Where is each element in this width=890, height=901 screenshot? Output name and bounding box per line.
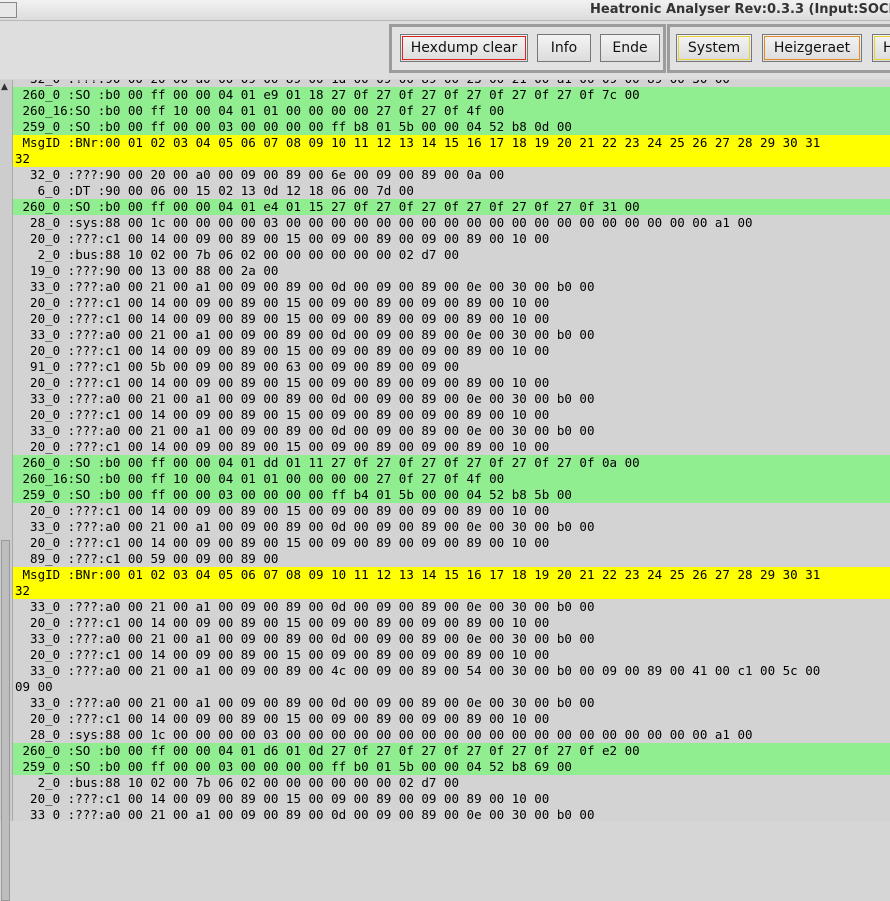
log-row: 33_0 :???:a0 00 21 00 a1 00 09 00 89 00 …	[15, 663, 821, 678]
scrollbar-thumb[interactable]	[1, 540, 10, 901]
log-row: 20_0 :???:c1 00 14 00 09 00 89 00 15 00 …	[15, 535, 550, 550]
log-row: 33_0 :???:a0 00 21 00 a1 00 09 00 89 00 …	[15, 327, 595, 342]
log-header-row: MsgID :BNr:00 01 02 03 04 05 06 07 08 09…	[13, 135, 890, 151]
log-header-row: 32	[13, 583, 890, 599]
h-button[interactable]: H	[872, 34, 890, 62]
log-content: 32_0 :???:90 00 20 00 a0 00 09 00 89 00 …	[13, 80, 890, 821]
log-row: 33_0 :???:a0 00 21 00 a1 00 09 00 89 00 …	[15, 631, 595, 646]
control-button-group: Hexdump clear Info Ende	[389, 24, 666, 73]
log-row: 33_0 :???:a0 00 21 00 a1 00 09 00 89 00 …	[15, 423, 595, 438]
log-row: 20_0 :???:c1 00 14 00 09 00 89 00 15 00 …	[15, 791, 550, 806]
log-row: 33_0 :???:a0 00 21 00 a1 00 09 00 89 00 …	[15, 391, 595, 406]
log-row: 33_0 :???:a0 00 21 00 a1 00 09 00 89 00 …	[15, 695, 595, 710]
log-row-so: 259_0 :SO :b0 00 ff 00 00 03 00 00 00 00…	[13, 119, 890, 135]
log-row-so: 260_16:SO :b0 00 ff 10 00 04 01 01 00 00…	[13, 103, 890, 119]
log-row-so: 260_16:SO :b0 00 ff 10 00 04 01 01 00 00…	[13, 471, 890, 487]
log-row-so: 259_0 :SO :b0 00 ff 00 00 03 00 00 00 00…	[13, 487, 890, 503]
log-row: 19_0 :???:90 00 13 00 88 00 2a 00	[15, 263, 279, 278]
log-row: 09 00	[15, 679, 53, 694]
log-row-so: 259_0 :SO :b0 00 ff 00 00 03 00 00 00 00…	[13, 759, 890, 775]
log-row: 2_0 :bus:88 10 02 00 7b 06 02 00 00 00 0…	[15, 247, 460, 262]
title-bar: Heatronic Analyser Rev:0.3.3 (Input:SOCK…	[0, 0, 890, 21]
log-header-row: MsgID :BNr:00 01 02 03 04 05 06 07 08 09…	[13, 567, 890, 583]
log-row: 33_0 :???:a0 00 21 00 a1 00 09 00 89 00 …	[15, 807, 595, 821]
window-title: Heatronic Analyser Rev:0.3.3 (Input:SOCK…	[590, 2, 890, 17]
info-button[interactable]: Info	[537, 34, 591, 62]
log-row: 6_0 :DT :90 00 06 00 15 02 13 0d 12 18 0…	[15, 183, 414, 198]
ende-button[interactable]: Ende	[600, 34, 660, 62]
log-row: 20_0 :???:c1 00 14 00 09 00 89 00 15 00 …	[15, 439, 550, 454]
window-menu-button[interactable]	[0, 2, 17, 18]
view-button-group: System Heizgeraet H	[667, 24, 890, 73]
hexdump-clear-button[interactable]: Hexdump clear	[400, 34, 528, 62]
log-row: 20_0 :???:c1 00 14 00 09 00 89 00 15 00 …	[15, 647, 550, 662]
log-row: 20_0 :???:c1 00 14 00 09 00 89 00 15 00 …	[15, 615, 550, 630]
log-row: 91_0 :???:c1 00 5b 00 09 00 89 00 63 00 …	[15, 359, 460, 374]
system-button[interactable]: System	[676, 34, 752, 62]
log-row: 33_0 :???:a0 00 21 00 a1 00 09 00 89 00 …	[15, 279, 595, 294]
log-row: 20_0 :???:c1 00 14 00 09 00 89 00 15 00 …	[15, 343, 550, 358]
log-row: 20_0 :???:c1 00 14 00 09 00 89 00 15 00 …	[15, 311, 550, 326]
log-row-so: 260_0 :SO :b0 00 ff 00 00 04 01 e9 01 18…	[13, 87, 890, 103]
log-row: 28_0 :sys:88 00 1c 00 00 00 00 03 00 00 …	[15, 727, 753, 742]
scroll-up-icon[interactable]: ▲	[1, 82, 8, 92]
log-row: 20_0 :???:c1 00 14 00 09 00 89 00 15 00 …	[15, 375, 550, 390]
log-row: 32_0 :???:90 00 20 00 a0 00 09 00 89 00 …	[15, 167, 505, 182]
log-row: 2_0 :bus:88 10 02 00 7b 06 02 00 00 00 0…	[15, 775, 460, 790]
toolbar: Hexdump clear Info Ende System Heizgerae…	[0, 21, 890, 79]
log-row: 33_0 :???:a0 00 21 00 a1 00 09 00 89 00 …	[15, 599, 595, 614]
log-row: 89_0 :???:c1 00 59 00 09 00 89 00	[15, 551, 279, 566]
hexdump-log[interactable]: 32_0 :???:90 00 20 00 a0 00 09 00 89 00 …	[13, 80, 890, 821]
log-row-so: 260_0 :SO :b0 00 ff 00 00 04 01 dd 01 11…	[13, 455, 890, 471]
log-row: 20_0 :???:c1 00 14 00 09 00 89 00 15 00 …	[15, 295, 550, 310]
vertical-scrollbar[interactable]: ▲	[0, 80, 13, 901]
log-row: 33_0 :???:a0 00 21 00 a1 00 09 00 89 00 …	[15, 519, 595, 534]
log-row-so: 260_0 :SO :b0 00 ff 00 00 04 01 d6 01 0d…	[13, 743, 890, 759]
log-row-so: 260_0 :SO :b0 00 ff 00 00 04 01 e4 01 15…	[13, 199, 890, 215]
log-row: 20_0 :???:c1 00 14 00 09 00 89 00 15 00 …	[15, 407, 550, 422]
log-row: 20_0 :???:c1 00 14 00 09 00 89 00 15 00 …	[15, 231, 550, 246]
log-row: 32_0 :???:90 00 20 00 a0 00 09 00 89 00 …	[13, 80, 890, 87]
log-row: 20_0 :???:c1 00 14 00 09 00 89 00 15 00 …	[15, 711, 550, 726]
log-row: 28_0 :sys:88 00 1c 00 00 00 00 03 00 00 …	[15, 215, 753, 230]
log-header-row: 32	[13, 151, 890, 167]
log-row: 20_0 :???:c1 00 14 00 09 00 89 00 15 00 …	[15, 503, 550, 518]
heizgeraet-button[interactable]: Heizgeraet	[762, 34, 862, 62]
